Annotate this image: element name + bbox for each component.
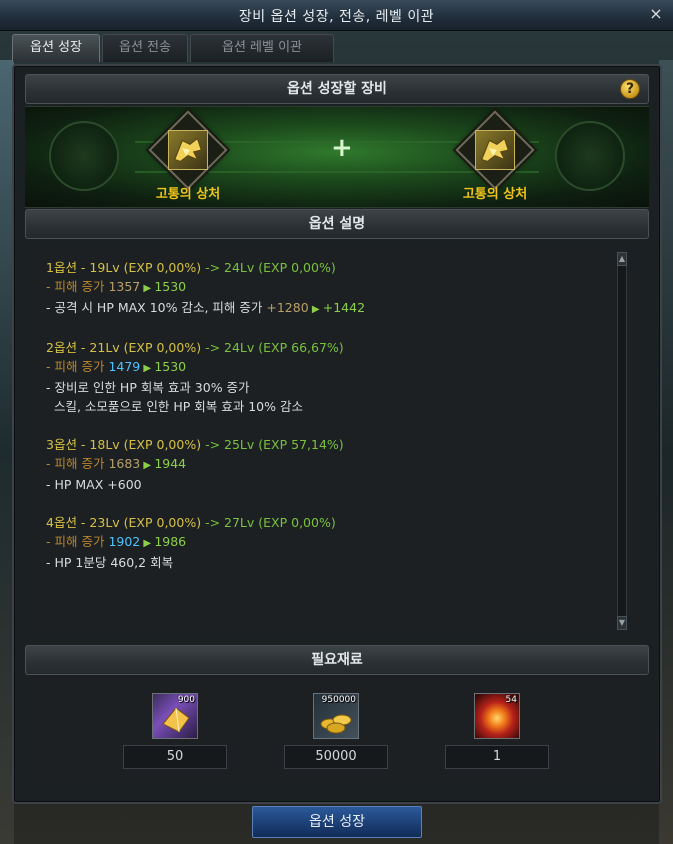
option-effect-text: 스킬, 소모품으로 인한 HP 회복 효과 10% 감소	[46, 399, 303, 414]
option-current-level: 3옵션 - 18Lv (EXP 0,00%)	[46, 437, 202, 452]
tab-option-transfer[interactable]: 옵션 전송	[102, 34, 188, 62]
arrow-right-icon: ▶	[140, 538, 155, 549]
option-effect-current-value: 1357	[108, 279, 141, 294]
option-gap	[46, 319, 606, 338]
scroll-roll-left-decoration	[49, 121, 119, 191]
option-heading: 3옵션 - 18Lv (EXP 0,00%) -> 25Lv (EXP 57,1…	[46, 435, 606, 454]
option-effect-target-value: 1986	[154, 534, 187, 549]
equip-section-title: 옵션 성장할 장비	[287, 81, 387, 97]
equip-section-header: 옵션 성장할 장비 ?	[25, 74, 649, 104]
option-effect-line: - HP MAX +600	[46, 475, 606, 494]
gold-coins-icon: 950000	[313, 693, 359, 739]
material-slot-3[interactable]: 54 1	[445, 693, 549, 769]
option-heading: 2옵션 - 21Lv (EXP 0,00%) -> 24Lv (EXP 66,6…	[46, 338, 606, 357]
equipment-slot-right[interactable]	[455, 110, 535, 190]
option-effect-line: - 장비로 인한 HP 회복 효과 30% 증가	[46, 378, 606, 397]
material-slot-2[interactable]: 950000 50000	[284, 693, 388, 769]
option-effect-line: - 공격 시 HP MAX 10% 감소, 피해 증가 +1280 ▶ +144…	[46, 298, 606, 319]
option-current-level: 2옵션 - 21Lv (EXP 0,00%)	[46, 340, 202, 355]
option-effect-text: - 장비로 인한 HP 회복 효과 30% 증가	[46, 380, 250, 395]
option-growth-button[interactable]: 옵션 성장	[252, 806, 422, 838]
wing-emblem-icon	[168, 130, 208, 170]
option-gap	[46, 494, 606, 513]
scroll-up-icon[interactable]: ▲	[617, 252, 627, 266]
option-target-level: -> 24Lv (EXP 0,00%)	[201, 260, 336, 275]
option-effect-current-value: 1902	[108, 534, 141, 549]
option-effect-line: 스킬, 소모품으로 인한 HP 회복 효과 10% 감소	[46, 397, 606, 416]
material-required-2: 50000	[284, 745, 388, 769]
option-effect-target-value: 1944	[154, 456, 187, 471]
materials-panel: 900 50 950000 50000 54 1	[25, 676, 649, 786]
materials-section-title: 필요재료	[311, 652, 363, 668]
description-scrollbar[interactable]: ▲ ▼	[617, 252, 627, 630]
materials-section-header: 필요재료	[25, 645, 649, 675]
desc-section-title: 옵션 설명	[308, 216, 366, 232]
arrow-right-icon: ▶	[140, 363, 155, 374]
option-heading: 4옵션 - 23Lv (EXP 0,00%) -> 27Lv (EXP 0,00…	[46, 513, 606, 532]
option-effect-target-value: 1530	[154, 279, 187, 294]
option-effect-current-value: +1280	[266, 300, 309, 315]
help-icon[interactable]: ?	[620, 79, 640, 99]
equipment-name-left: 고통의 상처	[155, 187, 221, 202]
option-effect-label: - 피해 증가	[46, 534, 109, 549]
option-target-level: -> 27Lv (EXP 0,00%)	[201, 515, 336, 530]
close-icon[interactable]: ×	[647, 5, 665, 23]
option-current-level: 4옵션 - 23Lv (EXP 0,00%)	[46, 515, 202, 530]
arrow-right-icon: ▶	[140, 283, 155, 294]
material-stock-2: 950000	[321, 695, 356, 705]
arrow-right-icon: ▶	[140, 460, 155, 471]
material-required-1: 50	[123, 745, 227, 769]
arrow-right-icon: ▶	[308, 304, 323, 315]
option-effect-label: - 피해 증가	[46, 456, 109, 471]
material-required-3: 1	[445, 745, 549, 769]
material-slot-1[interactable]: 900 50	[123, 693, 227, 769]
option-effect-current-value: 1683	[108, 456, 141, 471]
option-effect-label: - 피해 증가	[46, 279, 109, 294]
equipment-name-right: 고통의 상처	[462, 187, 528, 202]
option-effect-line: - 피해 증가 1357 ▶ 1530	[46, 277, 606, 298]
option-effect-text: - HP 1분당 460,2 회복	[46, 555, 174, 570]
purple-crystal-icon: 900	[152, 693, 198, 739]
scroll-down-icon[interactable]: ▼	[617, 616, 627, 630]
option-effect-text: - HP MAX +600	[46, 477, 142, 492]
tab-option-growth[interactable]: 옵션 성장	[12, 34, 100, 62]
plus-icon: +	[331, 133, 353, 163]
material-stock-1: 900	[177, 695, 195, 705]
desc-section-header: 옵션 설명	[25, 209, 649, 239]
option-heading: 1옵션 - 19Lv (EXP 0,00%) -> 24Lv (EXP 0,00…	[46, 258, 606, 277]
option-effect-line: - 피해 증가 1479 ▶ 1530	[46, 357, 606, 378]
option-effect-current-value: 1479	[108, 359, 141, 374]
option-description-panel[interactable]: 1옵션 - 19Lv (EXP 0,00%) -> 24Lv (EXP 0,00…	[25, 242, 649, 636]
window-title: 장비 옵션 성장, 전송, 레벨 이관	[238, 9, 435, 25]
option-effect-target-value: 1530	[154, 359, 187, 374]
wing-emblem-icon	[475, 130, 515, 170]
tab-bar: 옵션 성장 옵션 전송 옵션 레벨 이관	[12, 34, 334, 62]
equipment-band: 고통의 상처 + 고통의 상처	[25, 106, 649, 208]
option-gap	[46, 416, 606, 435]
option-target-level: -> 24Lv (EXP 66,67%)	[201, 340, 344, 355]
equipment-slot-left[interactable]	[148, 110, 228, 190]
option-description-text: 1옵션 - 19Lv (EXP 0,00%) -> 24Lv (EXP 0,00…	[46, 258, 606, 572]
material-stock-3: 54	[505, 695, 517, 705]
fire-burst-icon: 54	[474, 693, 520, 739]
option-effect-line: - HP 1분당 460,2 회복	[46, 553, 606, 572]
option-effect-target-value: +1442	[322, 300, 366, 315]
scroll-roll-right-decoration	[555, 121, 625, 191]
option-target-level: -> 25Lv (EXP 57,14%)	[201, 437, 344, 452]
option-effect-line: - 피해 증가 1902 ▶ 1986	[46, 532, 606, 553]
option-effect-label: - 공격 시 HP MAX 10% 감소, 피해 증가	[46, 300, 267, 315]
tab-option-level-transfer[interactable]: 옵션 레벨 이관	[190, 34, 334, 62]
option-effect-line: - 피해 증가 1683 ▶ 1944	[46, 454, 606, 475]
option-current-level: 1옵션 - 19Lv (EXP 0,00%)	[46, 260, 202, 275]
option-effect-label: - 피해 증가	[46, 359, 109, 374]
window-titlebar[interactable]: 장비 옵션 성장, 전송, 레벨 이관 ×	[0, 0, 673, 31]
